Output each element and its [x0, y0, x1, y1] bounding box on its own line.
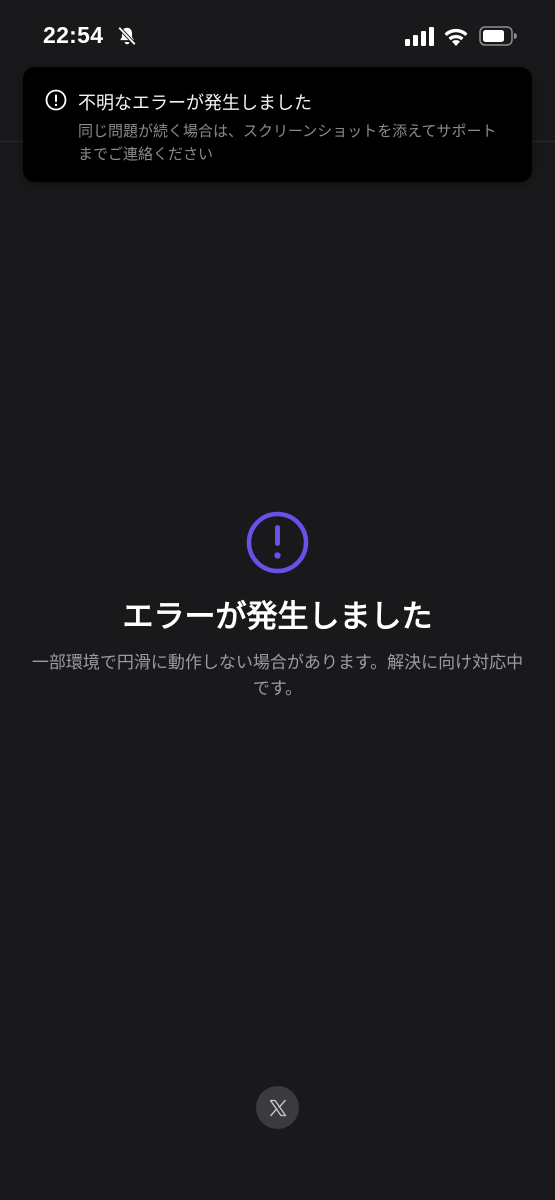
cellular-signal-icon [405, 27, 434, 46]
toast-message: 同じ問題が続く場合は、スクリーンショットを添えてサポートまでご連絡ください [78, 122, 497, 163]
wifi-icon [444, 28, 468, 46]
toast-title: 不明なエラーが発生しました [78, 93, 312, 114]
alert-circle-icon [45, 89, 67, 111]
x-logo-icon [269, 1099, 286, 1116]
error-toast[interactable]: 不明なエラーが発生しました 同じ問題が続く場合は、スクリーンショットを添えてサポ… [23, 67, 532, 182]
error-message: 一部環境で円滑に動作しない場合があります。解決に向け対応中です。 [31, 653, 524, 699]
x-logo-button[interactable] [256, 1086, 299, 1129]
status-time: 22:54 [43, 22, 104, 48]
bell-slash-icon [117, 26, 137, 46]
exclamation-circle-icon [246, 511, 309, 574]
status-bar: 22:54 [0, 0, 555, 66]
battery-icon [479, 26, 517, 46]
error-title: エラーが発生しました [122, 599, 433, 635]
